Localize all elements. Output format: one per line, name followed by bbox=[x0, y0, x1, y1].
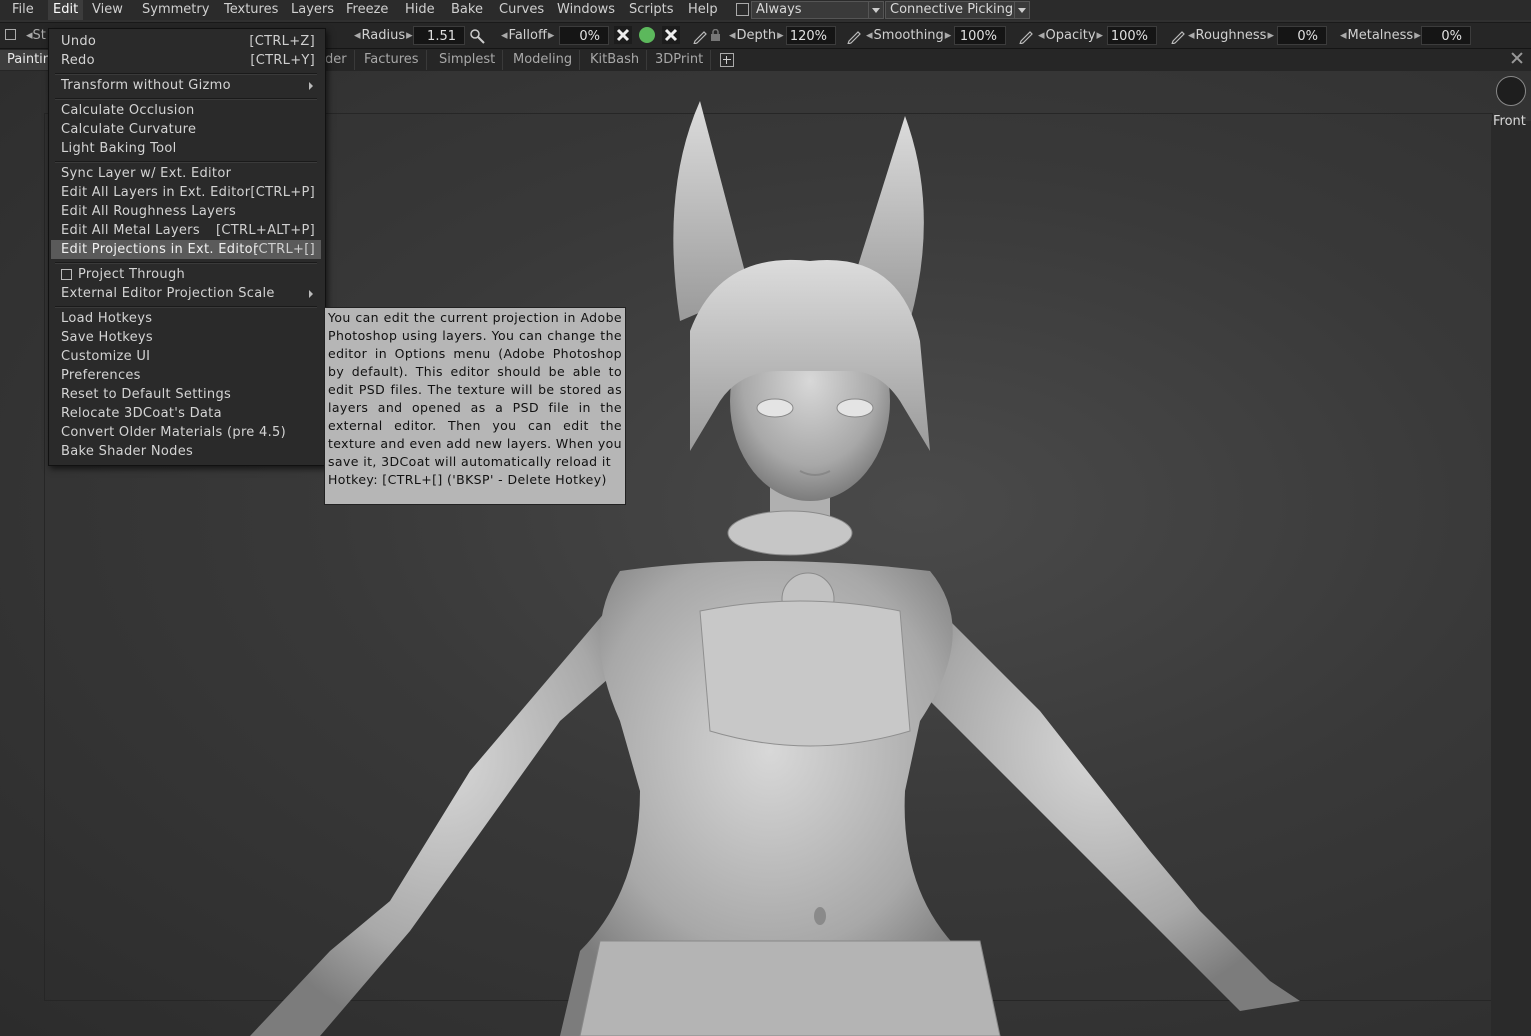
menu-item-calculate-occlusion[interactable]: Calculate Occlusion bbox=[51, 101, 321, 120]
menu-item-edit-roughness-layers[interactable]: Edit All Roughness Layers bbox=[51, 202, 321, 221]
menu-item-preferences[interactable]: Preferences bbox=[51, 366, 321, 385]
tooltip-text: You can edit the current projection in A… bbox=[328, 310, 622, 469]
opacity-value[interactable]: 100% bbox=[1107, 26, 1157, 45]
menu-item-redo[interactable]: Redo [CTRL+Y] bbox=[51, 51, 321, 70]
tab-simplest[interactable]: Simplest bbox=[432, 50, 504, 70]
radius-label[interactable]: Radius bbox=[354, 27, 413, 45]
metalness-value[interactable]: 0% bbox=[1421, 26, 1471, 45]
tab-3dprint[interactable]: 3DPrint bbox=[648, 50, 712, 70]
menu-symmetry[interactable]: Symmetry bbox=[142, 0, 209, 20]
toolbar-partial-label: ◂St bbox=[26, 28, 46, 43]
menu-item-sync-layer[interactable]: Sync Layer w/ Ext. Editor bbox=[51, 164, 321, 183]
menu-item-convert-materials[interactable]: Convert Older Materials (pre 4.5) bbox=[51, 423, 321, 442]
pen-pressure-icon[interactable] bbox=[692, 28, 708, 44]
menu-item-projection-scale[interactable]: External Editor Projection Scale bbox=[51, 284, 321, 303]
close-x-icon[interactable] bbox=[614, 26, 632, 44]
menu-textures[interactable]: Textures bbox=[224, 0, 278, 20]
green-status-button[interactable] bbox=[639, 27, 655, 43]
pen-pressure-icon[interactable] bbox=[1018, 28, 1034, 44]
metalness-label[interactable]: Metalness bbox=[1340, 27, 1421, 45]
always-dropdown[interactable]: Always bbox=[751, 1, 884, 19]
view-label: Front bbox=[1493, 114, 1526, 129]
radius-value[interactable]: 1.51 bbox=[413, 26, 465, 45]
roughness-label[interactable]: Roughness bbox=[1188, 27, 1274, 45]
menu-view[interactable]: View bbox=[92, 0, 123, 20]
project-through-checkbox[interactable] bbox=[61, 269, 72, 280]
depth-value[interactable]: 120% bbox=[786, 26, 836, 45]
edit-menu-dropdown: Undo [CTRL+Z] Redo [CTRL+Y] Transform with… bbox=[48, 28, 326, 466]
tab-factures[interactable]: Factures bbox=[357, 50, 427, 70]
lock-icon[interactable] bbox=[711, 28, 720, 41]
menu-bake[interactable]: Bake bbox=[451, 0, 483, 20]
menu-item-transform-without-gizmo[interactable]: Transform without Gizmo bbox=[51, 76, 321, 95]
menu-item-project-through[interactable]: Project Through bbox=[51, 265, 321, 284]
depth-label[interactable]: Depth bbox=[729, 27, 784, 45]
menu-bar: File Edit View Symmetry Textures Layers … bbox=[0, 0, 1531, 20]
menu-freeze[interactable]: Freeze bbox=[346, 0, 388, 20]
menu-hide[interactable]: Hide bbox=[405, 0, 435, 20]
pen-pressure-icon[interactable] bbox=[846, 28, 862, 44]
tab-kitbash[interactable]: KitBash bbox=[583, 50, 648, 70]
falloff-label[interactable]: Falloff bbox=[501, 27, 554, 45]
brush-picker-icon[interactable] bbox=[469, 28, 485, 44]
submenu-arrow-icon bbox=[309, 82, 313, 90]
close-icon[interactable] bbox=[1510, 51, 1524, 65]
toolbar-checkbox[interactable] bbox=[5, 29, 16, 40]
add-tab-icon[interactable] bbox=[720, 53, 734, 67]
smoothing-label[interactable]: Smoothing bbox=[866, 27, 951, 45]
menu-separator bbox=[55, 98, 317, 100]
chevron-down-icon bbox=[1014, 2, 1029, 18]
menu-separator bbox=[55, 73, 317, 75]
menu-separator bbox=[55, 306, 317, 308]
always-checkbox[interactable] bbox=[736, 3, 749, 16]
tooltip: You can edit the current projection in A… bbox=[324, 307, 626, 505]
menu-windows[interactable]: Windows bbox=[557, 0, 615, 20]
menu-item-calculate-curvature[interactable]: Calculate Curvature bbox=[51, 120, 321, 139]
menu-item-light-baking-tool[interactable]: Light Baking Tool bbox=[51, 139, 321, 158]
smoothing-value[interactable]: 100% bbox=[954, 26, 1006, 45]
tooltip-hotkey: Hotkey: [CTRL+[] ('BKSP' - Delete Hotkey… bbox=[328, 472, 607, 487]
falloff-value[interactable]: 0% bbox=[559, 26, 609, 45]
menu-item-relocate-data[interactable]: Relocate 3DCoat's Data bbox=[51, 404, 321, 423]
menu-item-customize-ui[interactable]: Customize UI bbox=[51, 347, 321, 366]
menu-scripts[interactable]: Scripts bbox=[629, 0, 673, 20]
menu-item-reset-defaults[interactable]: Reset to Default Settings bbox=[51, 385, 321, 404]
chevron-down-icon bbox=[868, 2, 883, 18]
always-dropdown-label: Always bbox=[756, 2, 802, 17]
menu-item-bake-shader-nodes[interactable]: Bake Shader Nodes bbox=[51, 442, 321, 461]
opacity-label[interactable]: Opacity bbox=[1038, 27, 1103, 45]
pen-pressure-icon[interactable] bbox=[1170, 28, 1186, 44]
roughness-value[interactable]: 0% bbox=[1277, 26, 1327, 45]
menu-layers[interactable]: Layers bbox=[291, 0, 334, 20]
camera-icon[interactable] bbox=[1496, 76, 1526, 106]
menu-item-edit-all-layers[interactable]: Edit All Layers in Ext. Editor [CTRL+P] bbox=[51, 183, 321, 202]
menu-item-edit-projections[interactable]: Edit Projections in Ext. Editor [CTRL+[] bbox=[51, 240, 321, 259]
menu-item-load-hotkeys[interactable]: Load Hotkeys bbox=[51, 309, 321, 328]
menu-file[interactable]: File bbox=[12, 0, 34, 20]
menu-item-save-hotkeys[interactable]: Save Hotkeys bbox=[51, 328, 321, 347]
picking-dropdown[interactable]: Connective Picking bbox=[885, 1, 1030, 19]
menu-help[interactable]: Help bbox=[688, 0, 718, 20]
menu-item-edit-metal-layers[interactable]: Edit All Metal Layers [CTRL+ALT+P] bbox=[51, 221, 321, 240]
picking-dropdown-label: Connective Picking bbox=[890, 2, 1014, 17]
menu-separator bbox=[55, 161, 317, 163]
menu-separator bbox=[55, 262, 317, 264]
tab-modeling[interactable]: Modeling bbox=[506, 50, 581, 70]
menu-edit[interactable]: Edit bbox=[48, 0, 84, 20]
close-x-icon[interactable] bbox=[662, 26, 680, 44]
menu-curves[interactable]: Curves bbox=[499, 0, 544, 20]
submenu-arrow-icon bbox=[309, 290, 313, 298]
menu-item-undo[interactable]: Undo [CTRL+Z] bbox=[51, 32, 321, 51]
